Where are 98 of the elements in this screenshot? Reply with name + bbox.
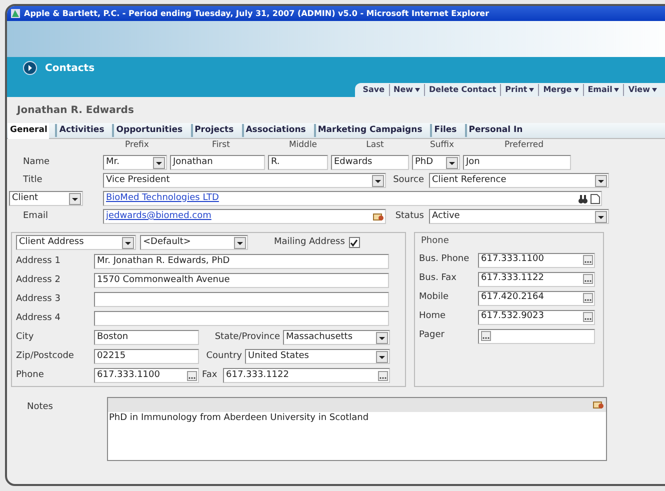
dropdown-field[interactable]: <Default> xyxy=(140,235,248,250)
input-field[interactable]: Edwards xyxy=(331,155,409,170)
check-icon xyxy=(350,238,358,246)
tab[interactable]: Files xyxy=(430,124,459,137)
field-label: Phone xyxy=(16,368,45,382)
field-label: Status xyxy=(394,210,424,223)
tab[interactable]: Opportunities xyxy=(112,124,185,137)
column-label: Preferred xyxy=(503,139,544,152)
field-label: Email xyxy=(23,210,49,223)
toolbar-button[interactable]: Save xyxy=(358,84,388,96)
caret-icon xyxy=(529,88,534,92)
window-title: Apple & Bartlett, P.C. - Period ending Tuesday, July 31, 2007 (ADMIN) v5.0 - Microsoft Internet Explorer xyxy=(7,6,665,21)
toolbar-button[interactable]: View xyxy=(623,84,661,96)
dropdown-field[interactable]: Active xyxy=(429,209,609,224)
input-field[interactable]: 617.333.1122 xyxy=(223,368,390,383)
input-field[interactable]: jedwards@biomed.com xyxy=(103,209,386,224)
field-label: State/Province xyxy=(214,330,280,344)
tab[interactable]: Marketing Campaigns xyxy=(314,124,424,137)
input-field[interactable]: 617.532.9023 xyxy=(478,310,595,324)
field-label: Address 1 xyxy=(16,254,62,268)
ellipsis-icon[interactable] xyxy=(583,293,593,303)
input-field[interactable]: R. xyxy=(268,155,328,170)
ellipsis-icon[interactable] xyxy=(187,370,197,380)
toolbar-button[interactable]: Email xyxy=(582,84,624,96)
toolbar-button[interactable]: Merge xyxy=(538,84,583,96)
input-field[interactable] xyxy=(94,311,389,326)
input-field[interactable]: 1570 Commonwealth Avenue xyxy=(94,273,389,288)
toolbar-button[interactable]: New xyxy=(388,84,424,96)
field-label: Bus. Phone xyxy=(419,253,470,266)
field-label: Name xyxy=(23,156,51,169)
dropdown-field[interactable]: PhD xyxy=(412,155,460,170)
field-label: Address 2 xyxy=(16,274,62,287)
checkbox[interactable] xyxy=(348,237,360,248)
field-label: Home xyxy=(419,310,447,324)
toolbar-button[interactable]: Print xyxy=(500,84,538,96)
tab[interactable]: Associations xyxy=(242,124,308,137)
input-field[interactable]: Boston xyxy=(94,330,199,345)
section-title: Contacts xyxy=(45,62,95,76)
document-icon[interactable] xyxy=(590,194,600,204)
contact-name: Jonathan R. Edwards xyxy=(17,104,134,118)
input-field[interactable]: 617.333.1100 xyxy=(478,252,595,268)
column-label: Suffix xyxy=(428,139,456,152)
column-label: Prefix xyxy=(124,139,150,152)
field-label: Notes xyxy=(27,401,54,414)
dropdown-field[interactable]: Client xyxy=(9,191,83,206)
input-field[interactable]: Jonathan xyxy=(170,155,265,170)
notes-field[interactable]: PhD in Immunology from Aberdeen University in Scotland xyxy=(107,397,607,461)
dropdown-field[interactable]: Mr. xyxy=(103,155,167,170)
caret-icon xyxy=(415,88,420,92)
dropdown-field[interactable]: Client Address xyxy=(16,235,136,250)
group-title: Phone xyxy=(420,235,450,248)
toolbar-button[interactable]: Delete Contact xyxy=(424,84,500,96)
input-field[interactable]: BioMed Technologies LTD xyxy=(103,191,602,206)
field-label: Mobile xyxy=(419,291,450,304)
field-label: City xyxy=(16,330,35,344)
ellipsis-icon[interactable] xyxy=(583,255,593,265)
ellipsis-icon[interactable] xyxy=(583,274,593,284)
field-label: Pager xyxy=(419,329,446,342)
field-label: Country xyxy=(205,350,242,363)
column-label: Last xyxy=(365,139,385,152)
dropdown-field[interactable]: Massachusetts xyxy=(283,330,390,345)
dropdown-field[interactable]: United States xyxy=(245,349,390,364)
input-field[interactable]: 617.333.1122 xyxy=(478,272,595,286)
field-label: Address 3 xyxy=(16,292,62,306)
field-label: Title xyxy=(23,174,44,187)
notes-text: PhD in Immunology from Aberdeen University in Scotland xyxy=(108,412,370,425)
column-label: First xyxy=(211,139,231,152)
ellipsis-icon[interactable] xyxy=(583,312,593,322)
dropdown-field[interactable]: Client Reference xyxy=(429,173,609,188)
browser-icon xyxy=(11,9,20,18)
column-label: Middle xyxy=(288,139,318,152)
caret-icon xyxy=(614,88,620,92)
field-label: Source xyxy=(392,174,424,187)
caret-icon xyxy=(652,88,657,92)
arrow-circle-icon xyxy=(23,61,37,75)
field-label: Bus. Fax xyxy=(419,272,458,286)
input-field[interactable] xyxy=(94,292,389,307)
input-field[interactable]: 02215 xyxy=(94,349,199,364)
field-label: Fax xyxy=(202,368,218,382)
input-field[interactable]: 617.333.1100 xyxy=(94,368,199,383)
ellipsis-icon[interactable] xyxy=(378,370,388,380)
email-icon[interactable] xyxy=(373,212,384,222)
input-field[interactable]: 617.420.2164 xyxy=(478,290,595,306)
binoculars-icon[interactable] xyxy=(578,194,588,204)
input-field[interactable]: Mr. Jonathan R. Edwards, PhD xyxy=(94,254,389,269)
field-label: Zip/Postcode xyxy=(16,350,75,363)
caret-icon xyxy=(574,88,579,92)
ellipsis-icon[interactable] xyxy=(481,331,491,341)
tab[interactable]: Projects xyxy=(190,124,236,137)
tab[interactable]: Activities xyxy=(55,124,106,137)
tab[interactable]: General xyxy=(8,122,50,138)
edit-icon[interactable] xyxy=(593,400,604,410)
input-field[interactable] xyxy=(478,328,595,344)
field-label: Mailing Address xyxy=(274,236,345,249)
input-field[interactable]: Jon xyxy=(463,155,571,170)
tab[interactable]: Personal In xyxy=(464,124,525,137)
dropdown-field[interactable]: Vice President xyxy=(103,173,386,188)
field-label: Address 4 xyxy=(16,312,62,325)
